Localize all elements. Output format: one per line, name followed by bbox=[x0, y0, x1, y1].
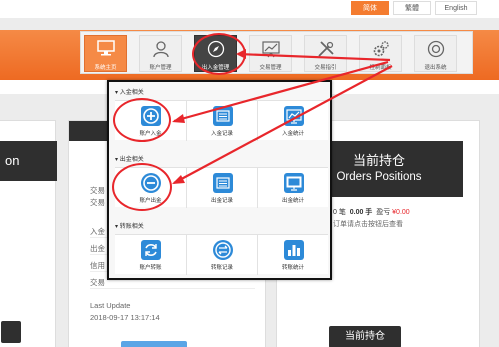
annotation-arrows bbox=[172, 49, 393, 184]
arrow-head-withdraw bbox=[172, 175, 185, 184]
page: 简体 繁體 English 系统主页 账户管理 出入金管理 交易管理 交易指引 bbox=[0, 0, 499, 347]
arrow-head-nav bbox=[236, 49, 246, 59]
arrow-head-deposit bbox=[172, 114, 185, 123]
arrow-to-nav bbox=[237, 52, 391, 62]
arrow-to-withdraw bbox=[173, 65, 393, 184]
arrow-to-deposit bbox=[173, 60, 389, 123]
